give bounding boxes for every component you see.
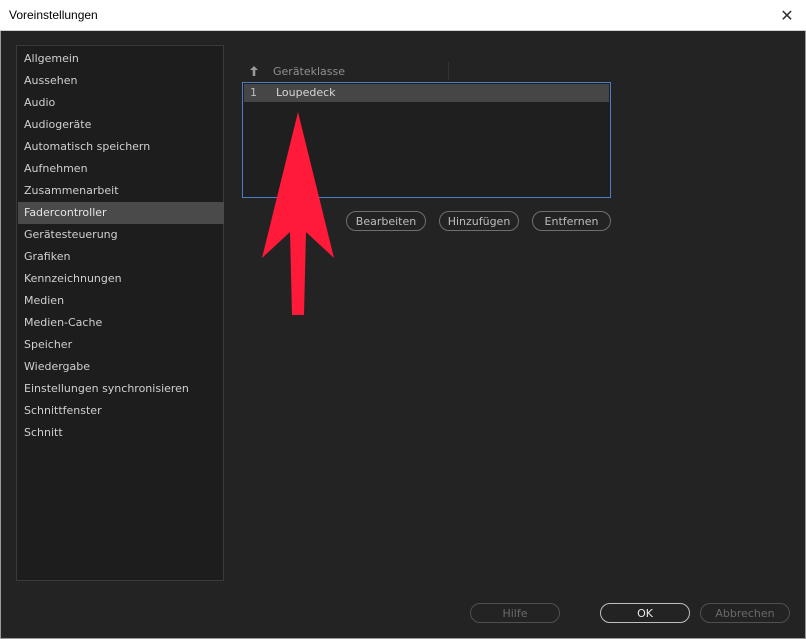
sidebar-item-speicher[interactable]: Speicher <box>18 334 224 356</box>
window-border-left <box>0 31 1 639</box>
sidebar-item-zusammenarbeit[interactable]: Zusammenarbeit <box>18 180 224 202</box>
row-device-class: Loupedeck <box>276 86 336 99</box>
add-button[interactable]: Hinzufügen <box>439 211 519 231</box>
red-arrow-icon <box>262 112 334 315</box>
window-title: Voreinstellungen <box>9 8 98 22</box>
arrow-up-icon[interactable] <box>249 65 259 77</box>
sidebar-item-medien[interactable]: Medien <box>18 290 224 312</box>
close-icon[interactable]: ✕ <box>776 4 798 26</box>
sidebar-item-schnitt[interactable]: Schnitt <box>18 422 224 444</box>
row-index: 1 <box>250 86 257 99</box>
sidebar-item-allgemein[interactable]: Allgemein <box>18 48 224 70</box>
sidebar-item-audiogeraete[interactable]: Audiogeräte <box>18 114 224 136</box>
title-bar: Voreinstellungen ✕ <box>0 0 806 31</box>
edit-button[interactable]: Bearbeiten <box>346 211 426 231</box>
sidebar-item-aussehen[interactable]: Aussehen <box>18 70 224 92</box>
sidebar-item-aufnehmen[interactable]: Aufnehmen <box>18 158 224 180</box>
help-button[interactable]: Hilfe <box>470 603 560 623</box>
sidebar-item-geraetesteuerung[interactable]: Gerätesteuerung <box>18 224 224 246</box>
cancel-button[interactable]: Abbrechen <box>700 603 790 623</box>
column-header-geraeteklasse[interactable]: Geräteklasse <box>273 65 345 78</box>
sidebar-item-grafiken[interactable]: Grafiken <box>18 246 224 268</box>
remove-button[interactable]: Entfernen <box>532 211 611 231</box>
sidebar-item-medien-cache[interactable]: Medien-Cache <box>18 312 224 334</box>
ok-button[interactable]: OK <box>600 603 690 623</box>
sidebar-item-schnittfenster[interactable]: Schnittfenster <box>18 400 224 422</box>
preferences-sidebar: Allgemein Aussehen Audio Audiogeräte Aut… <box>16 45 224 581</box>
sidebar-item-audio[interactable]: Audio <box>18 92 224 114</box>
sidebar-item-fadercontroller[interactable]: Fadercontroller <box>18 202 224 224</box>
sidebar-item-einstellungen-synchronisieren[interactable]: Einstellungen synchronisieren <box>18 378 224 400</box>
sidebar-item-automatisch-speichern[interactable]: Automatisch speichern <box>18 136 224 158</box>
sidebar-item-wiedergabe[interactable]: Wiedergabe <box>18 356 224 378</box>
table-row[interactable]: 1 Loupedeck <box>244 84 609 102</box>
sidebar-item-kennzeichnungen[interactable]: Kennzeichnungen <box>18 268 224 290</box>
column-divider <box>448 62 449 80</box>
table-header: Geräteklasse <box>242 62 612 82</box>
